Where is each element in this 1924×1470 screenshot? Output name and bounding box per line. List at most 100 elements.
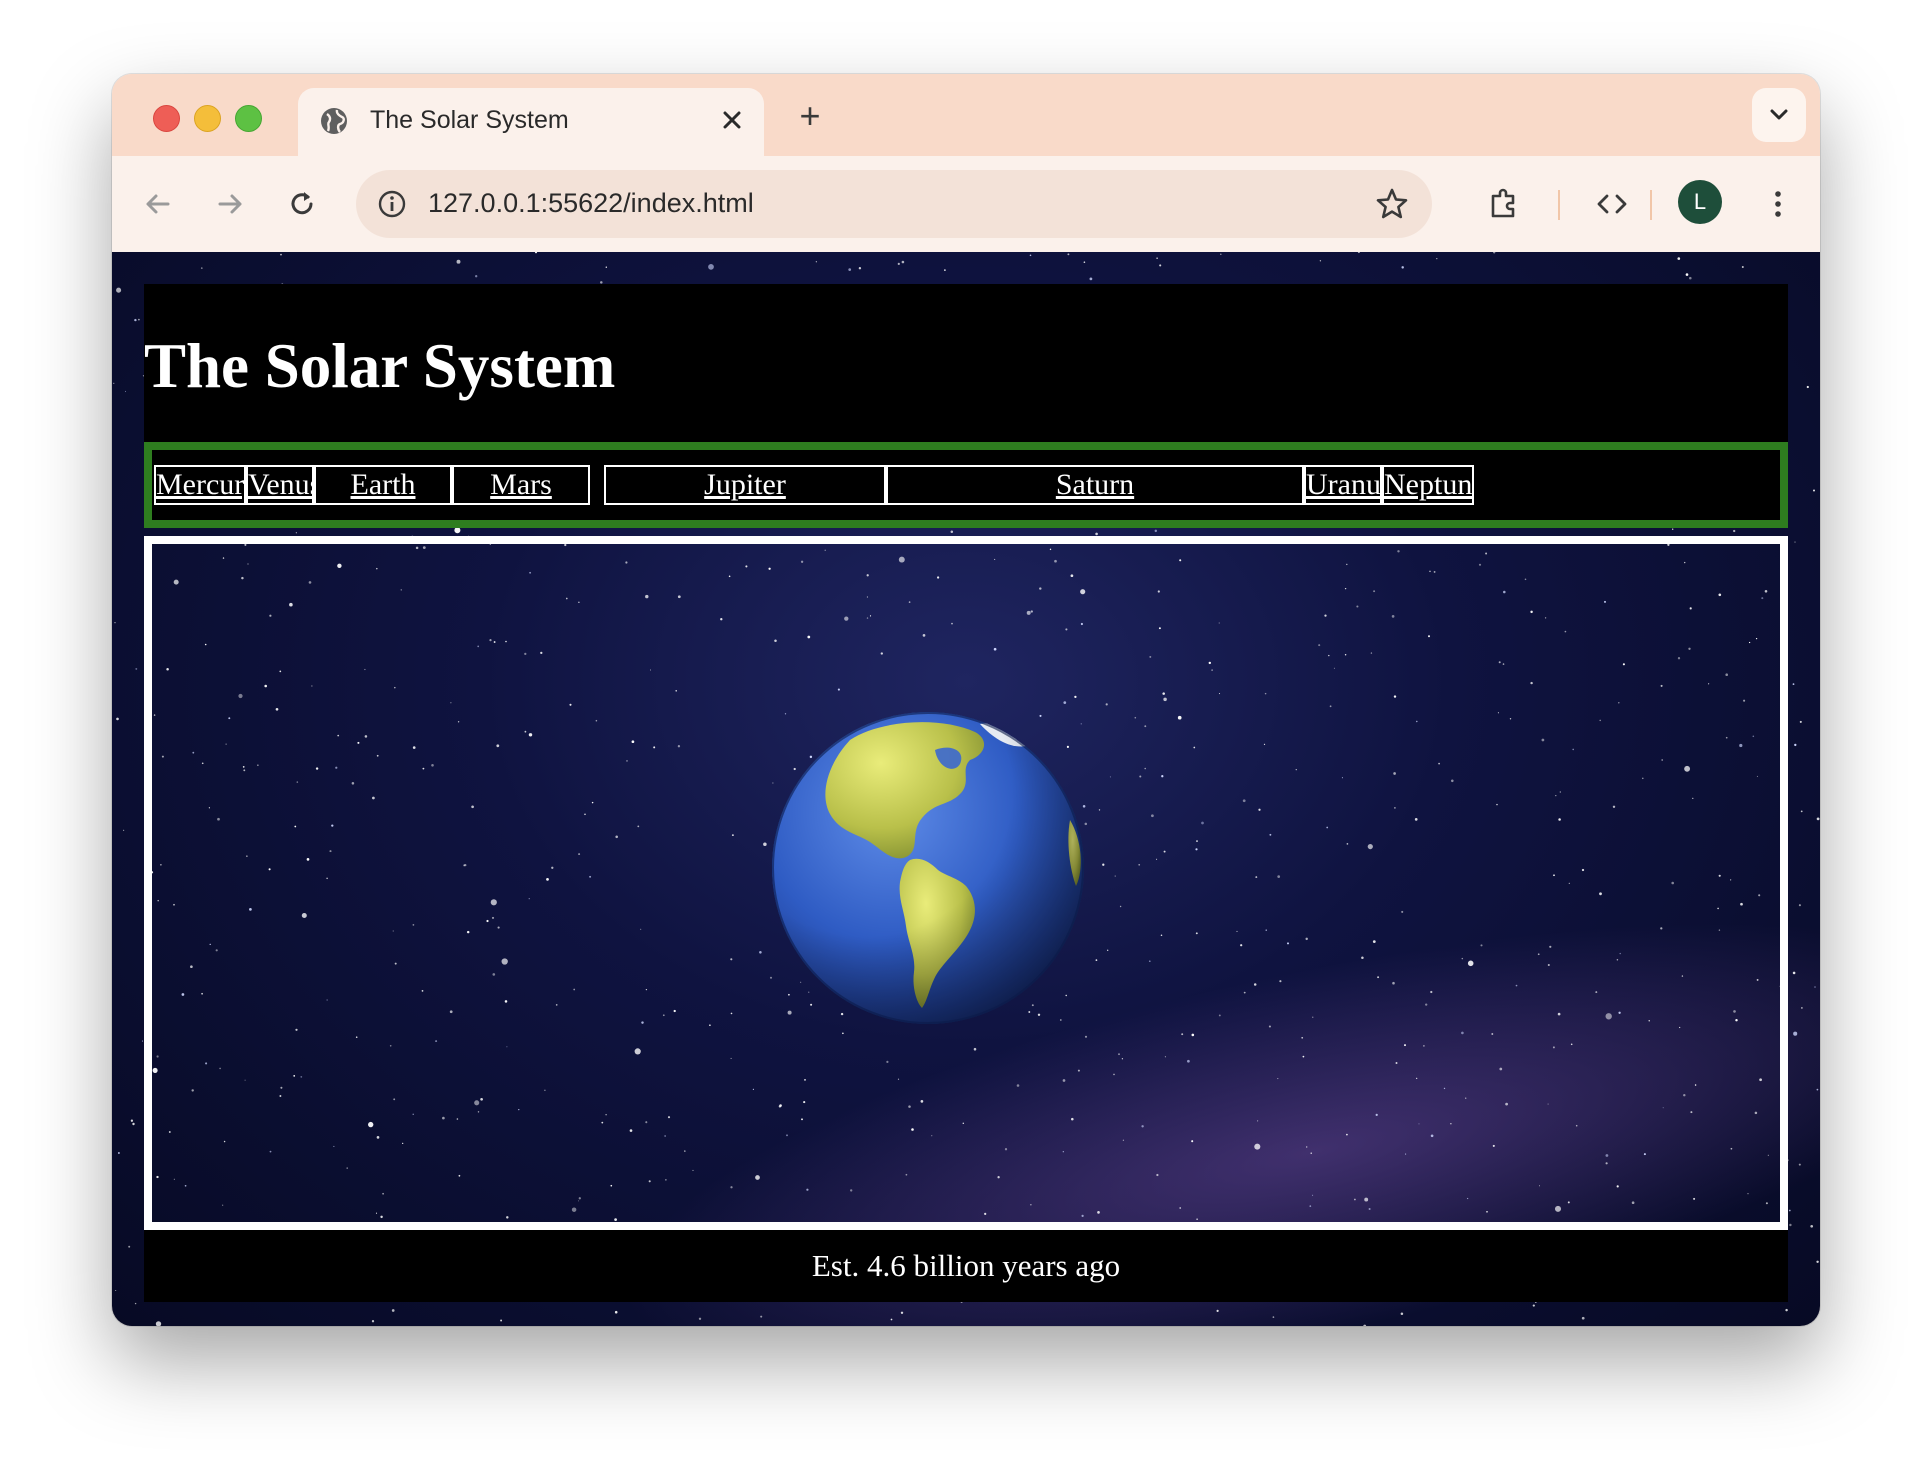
bookmark-star-icon[interactable] xyxy=(1374,186,1410,222)
extensions-puzzle-icon[interactable] xyxy=(1484,184,1524,224)
page-viewport: The Solar System Mercury Venus Earth Mar… xyxy=(112,252,1820,1326)
star xyxy=(371,1320,375,1323)
nav-link-mars[interactable]: Mars xyxy=(452,465,590,505)
address-bar[interactable]: 127.0.0.1:55622/index.html xyxy=(356,170,1432,238)
star xyxy=(1672,528,1674,530)
star xyxy=(200,267,203,269)
site-info-icon[interactable] xyxy=(376,188,408,220)
star xyxy=(944,269,946,271)
star xyxy=(897,262,900,266)
star xyxy=(1816,1260,1819,1264)
star xyxy=(815,261,817,263)
nav-link-neptune[interactable]: Neptune xyxy=(1382,465,1474,505)
star xyxy=(1357,252,1360,254)
reload-icon[interactable] xyxy=(282,184,322,224)
star xyxy=(1814,986,1816,988)
earth-globe-icon xyxy=(772,712,1084,1024)
star xyxy=(708,264,714,270)
star xyxy=(1685,273,1689,276)
star xyxy=(1816,1088,1819,1091)
globe-icon xyxy=(321,108,347,134)
nav-link-saturn[interactable]: Saturn xyxy=(886,465,1304,505)
star xyxy=(760,1315,763,1318)
code-brackets-icon[interactable] xyxy=(1592,184,1632,224)
star xyxy=(901,260,905,264)
star xyxy=(1689,276,1692,280)
tab-search-button[interactable] xyxy=(1752,88,1806,142)
star xyxy=(123,829,125,831)
star xyxy=(1581,1316,1585,1320)
close-icon xyxy=(723,111,741,129)
star xyxy=(117,1152,120,1154)
star xyxy=(614,1310,618,1314)
star xyxy=(1095,532,1098,536)
star xyxy=(890,1318,893,1321)
zoom-window-button[interactable] xyxy=(235,105,262,132)
star xyxy=(1810,1224,1814,1228)
star xyxy=(1801,1007,1803,1009)
star xyxy=(858,267,862,270)
star xyxy=(605,266,607,268)
star xyxy=(1156,257,1158,259)
url-text: 127.0.0.1:55622/index.html xyxy=(428,188,754,218)
nav-link-venus[interactable]: Venus xyxy=(246,465,314,505)
star xyxy=(1792,683,1795,685)
star xyxy=(1436,257,1438,260)
nav-link-earth[interactable]: Earth xyxy=(314,465,452,505)
star xyxy=(1401,266,1404,269)
star xyxy=(454,527,461,534)
star xyxy=(132,1122,135,1126)
star xyxy=(475,275,478,278)
tab-strip: The Solar System + xyxy=(112,74,1820,156)
star xyxy=(500,1319,503,1322)
star xyxy=(391,1309,395,1312)
star xyxy=(848,268,852,271)
nav-link-uranus[interactable]: Uranus xyxy=(1304,465,1382,505)
browser-tab[interactable]: The Solar System xyxy=(298,88,764,156)
profile-avatar[interactable]: L xyxy=(1678,180,1722,224)
star xyxy=(1083,261,1086,263)
star xyxy=(1067,253,1070,256)
star xyxy=(900,1311,904,1315)
browser-toolbar: 127.0.0.1:55622/index.html L xyxy=(112,156,1820,252)
star xyxy=(113,382,115,384)
star xyxy=(115,1289,117,1292)
star xyxy=(1733,529,1736,533)
tab-close-button[interactable] xyxy=(714,102,750,138)
star xyxy=(130,1119,134,1122)
star xyxy=(1812,489,1816,492)
star xyxy=(1794,541,1796,543)
star xyxy=(950,530,954,534)
nav-link-jupiter[interactable]: Jupiter xyxy=(604,465,886,505)
star xyxy=(1159,264,1162,267)
star xyxy=(1792,971,1796,975)
star xyxy=(1089,277,1093,281)
chevron-down-icon xyxy=(1770,109,1788,120)
close-window-button[interactable] xyxy=(153,105,180,132)
star xyxy=(1800,810,1803,813)
star xyxy=(138,318,140,321)
more-options-icon[interactable] xyxy=(1758,184,1798,224)
page-footer: Est. 4.6 billion years ago xyxy=(144,1230,1788,1302)
minimize-window-button[interactable] xyxy=(194,105,221,132)
star xyxy=(1677,257,1681,260)
star xyxy=(1319,260,1322,262)
star xyxy=(1785,1308,1788,1312)
star xyxy=(1793,1031,1798,1036)
back-arrow-icon[interactable] xyxy=(138,184,178,224)
toolbar-separator xyxy=(1558,190,1560,220)
star xyxy=(124,390,127,393)
star xyxy=(1799,720,1802,723)
star xyxy=(1816,817,1820,821)
planet-nav: Mercury Venus Earth Mars Jupiter Saturn … xyxy=(144,442,1788,528)
star xyxy=(1154,529,1158,533)
new-tab-button[interactable]: + xyxy=(788,94,832,138)
star xyxy=(1789,1223,1792,1227)
forward-arrow-icon[interactable] xyxy=(210,184,250,224)
star xyxy=(134,318,137,322)
browser-window: The Solar System + 127.0.0.1:55622/index… xyxy=(112,74,1820,1326)
star xyxy=(1216,1309,1219,1312)
footer-text: Est. 4.6 billion years ago xyxy=(811,1248,1121,1283)
nav-link-mercury[interactable]: Mercury xyxy=(154,465,246,505)
star xyxy=(1806,385,1809,389)
